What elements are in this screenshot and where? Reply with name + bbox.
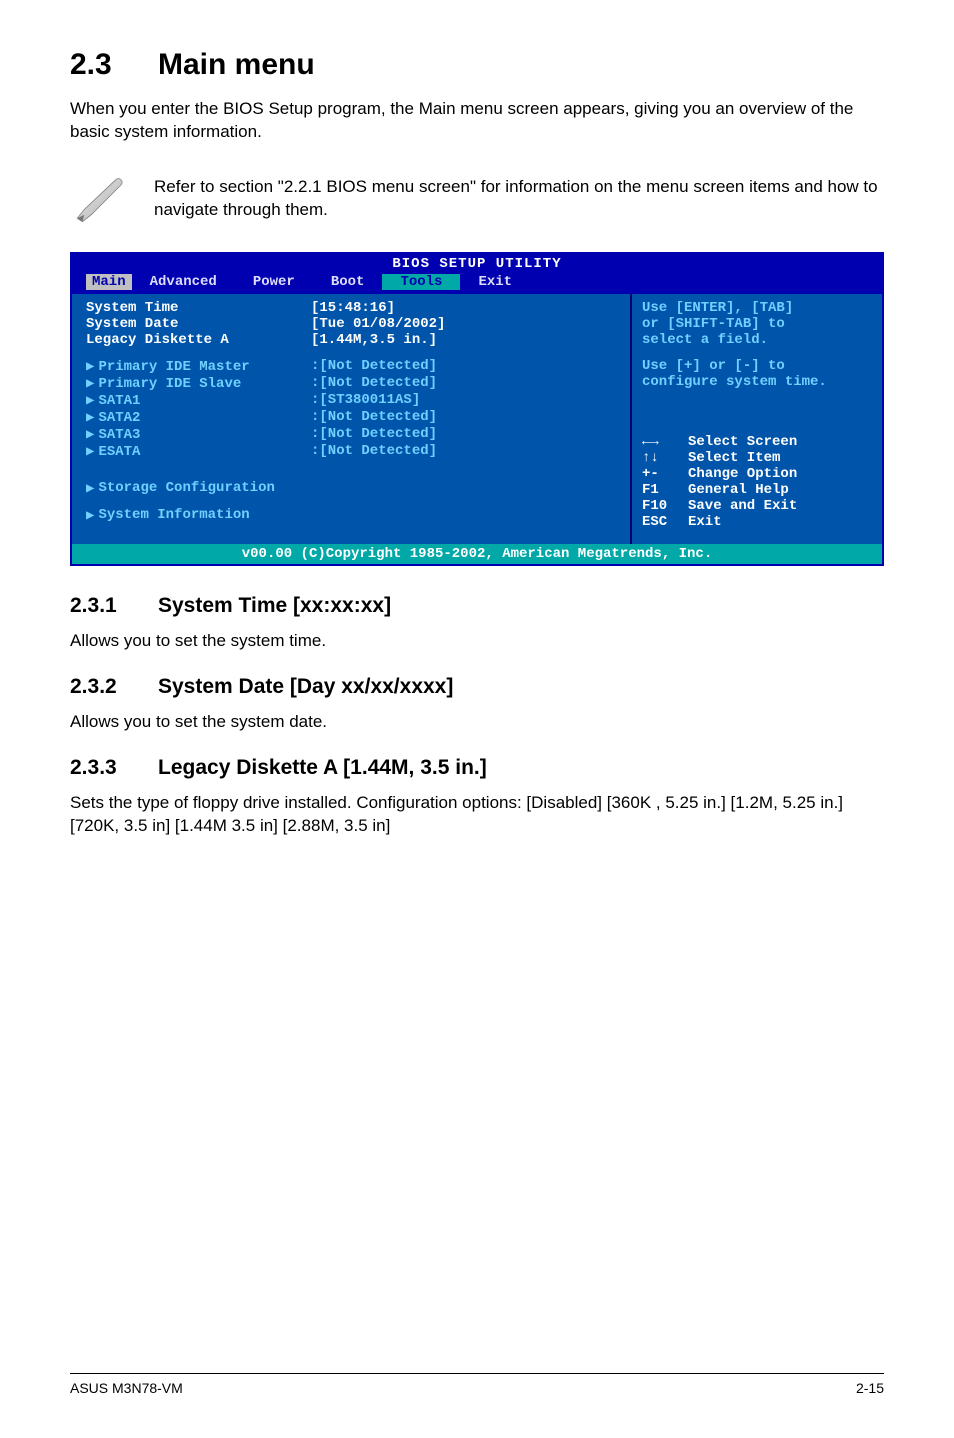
subsection-title: System Time [xx:xx:xx] [158,594,391,617]
triangle-icon: ▶ [86,376,94,392]
bios-legend: ←→Select Screen ↑↓Select Item +-Change O… [642,434,872,530]
bios-menu-main[interactable]: Main [86,274,132,290]
bios-help-line: configure system time. [642,374,872,390]
triangle-icon: ▶ [86,393,94,409]
bios-help-line: Use [ENTER], [TAB] [642,300,872,316]
subsection-body: Allows you to set the system time. [70,630,884,653]
bios-menubar: Main Advanced Power Boot Tools Exit [72,272,882,294]
note-text: Refer to section "2.2.1 BIOS menu screen… [154,176,884,222]
bios-submenu-storage[interactable]: ▶Storage Configuration [86,480,616,497]
heading-number: 2.3 [70,48,158,82]
subsection-number: 2.3.1 [70,594,158,618]
bios-submenu-sysinfo[interactable]: ▶System Information [86,507,616,524]
bios-device-row[interactable]: ▶SATA1:[ST380011AS] [86,392,616,409]
note-icon [70,170,130,228]
page-footer: ASUS M3N78-VM 2-15 [70,1373,884,1396]
intro-paragraph: When you enter the BIOS Setup program, t… [70,98,884,144]
bios-help-line: select a field. [642,332,872,348]
bios-device-row[interactable]: ▶Primary IDE Slave:[Not Detected] [86,375,616,392]
bios-menu-tools[interactable]: Tools [382,274,460,290]
subsection-title: System Date [Day xx/xx/xxxx] [158,675,453,698]
subsection-heading: 2.3.1System Time [xx:xx:xx] [70,594,884,618]
bios-screenshot: BIOS SETUP UTILITY Main Advanced Power B… [70,252,884,566]
bios-help-line: Use [+] or [-] to [642,358,872,374]
bios-menu-boot[interactable]: Boot [313,274,383,290]
bios-menu-advanced[interactable]: Advanced [132,274,235,290]
bios-title: BIOS SETUP UTILITY [72,254,882,272]
footer-right: 2-15 [856,1380,884,1396]
heading-title: Main menu [158,48,315,81]
triangle-icon: ▶ [86,427,94,443]
bios-device-row[interactable]: ▶SATA2:[Not Detected] [86,409,616,426]
subsection-heading: 2.3.3Legacy Diskette A [1.44M, 3.5 in.] [70,756,884,780]
subsection-body: Sets the type of floppy drive installed.… [70,792,884,838]
triangle-icon: ▶ [86,410,94,426]
bios-device-row[interactable]: ▶ESATA:[Not Detected] [86,443,616,460]
footer-left: ASUS M3N78-VM [70,1380,183,1396]
bios-field-system-date[interactable]: System Date [Tue 01/08/2002] [86,316,616,332]
bios-device-row[interactable]: ▶SATA3:[Not Detected] [86,426,616,443]
bios-device-row[interactable]: ▶Primary IDE Master:[Not Detected] [86,358,616,375]
subsection-title: Legacy Diskette A [1.44M, 3.5 in.] [158,756,487,779]
bios-field-system-time[interactable]: System Time [15:48:16] [86,300,616,316]
bios-main-panel: System Time [15:48:16] System Date [Tue … [72,294,632,544]
triangle-icon: ▶ [86,507,94,524]
bios-help-line: or [SHIFT-TAB] to [642,316,872,332]
bios-field-legacy-diskette[interactable]: Legacy Diskette A [1.44M,3.5 in.] [86,332,616,348]
bios-footer: v00.00 (C)Copyright 1985-2002, American … [72,544,882,564]
note-block: Refer to section "2.2.1 BIOS menu screen… [70,170,884,228]
triangle-icon: ▶ [86,359,94,375]
subsection-number: 2.3.2 [70,675,158,699]
triangle-icon: ▶ [86,480,94,497]
bios-menu-power[interactable]: Power [235,274,313,290]
bios-help-panel: Use [ENTER], [TAB] or [SHIFT-TAB] to sel… [632,294,882,544]
bios-menu-exit[interactable]: Exit [460,274,530,290]
triangle-icon: ▶ [86,444,94,460]
subsection-number: 2.3.3 [70,756,158,780]
subsection-heading: 2.3.2System Date [Day xx/xx/xxxx] [70,675,884,699]
section-heading: 2.3Main menu [70,48,884,82]
subsection-body: Allows you to set the system date. [70,711,884,734]
